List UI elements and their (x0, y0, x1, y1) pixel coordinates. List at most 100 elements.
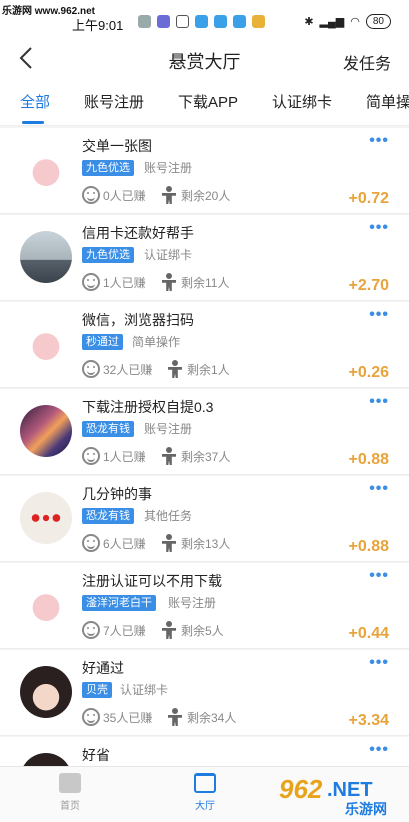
smiley-icon (82, 621, 100, 639)
reward-amount: +0.44 (348, 625, 389, 642)
task-title: 交单一张图 (82, 138, 152, 154)
more-options-button[interactable]: ••• (369, 132, 389, 150)
task-card[interactable]: 信用卡还款好帮手 九色优选 认证绑卡 1人已赚 剩余11人 ••• +2.70 (0, 215, 409, 301)
remaining-count: 剩余5人 (160, 621, 224, 639)
post-task-button[interactable]: 发任务 (343, 50, 391, 74)
task-card[interactable]: 几分钟的事 恐龙有钱 其他任务 6人已赚 剩余13人 ••• +0.88 (0, 476, 409, 562)
task-card[interactable]: 交单一张图 九色优选 账号注册 0人已赚 剩余20人 ••• +0.72 (0, 128, 409, 214)
app-notification-icon (195, 15, 208, 28)
watermark-text2: .NET (327, 779, 373, 801)
reward-amount: +0.72 (348, 190, 389, 207)
app-notification-icon (252, 15, 265, 28)
bluetooth-icon: ✱ (304, 16, 314, 28)
remaining-count: 剩余11人 (160, 273, 229, 291)
more-options-button[interactable]: ••• (369, 567, 389, 585)
earned-count: 35人已赚 (82, 708, 152, 726)
task-card[interactable]: 好通过 贝壳 认证绑卡 35人已赚 剩余34人 ••• +3.34 (0, 650, 409, 736)
more-options-button[interactable]: ••• (369, 219, 389, 237)
watermark-text3: 乐游网 (345, 801, 387, 818)
nav-hall[interactable]: 大厅 (175, 773, 235, 812)
calendar-icon (176, 15, 189, 28)
smiley-icon (82, 186, 100, 204)
remaining-text: 剩余5人 (181, 623, 224, 638)
person-icon (160, 186, 178, 204)
reward-amount: +0.88 (348, 538, 389, 555)
tab-account-register[interactable]: 账号注册 (84, 91, 144, 112)
more-options-button[interactable]: ••• (369, 741, 389, 759)
earned-text: 35人已赚 (103, 710, 153, 725)
earned-count: 7人已赚 (82, 621, 146, 639)
reward-amount: +0.26 (348, 364, 389, 381)
earned-text: 7人已赚 (103, 623, 146, 638)
signal-icon: ▂▄▆ (319, 16, 345, 28)
remaining-count: 剩余13人 (160, 534, 230, 552)
remaining-count: 剩余1人 (166, 360, 230, 378)
task-list: 交单一张图 九色优选 账号注册 0人已赚 剩余20人 ••• +0.72 信用卡还款好帮手 九色… (0, 128, 409, 822)
task-title: 微信，浏览器扫码 (82, 312, 194, 328)
nav-home[interactable]: 首页 (40, 773, 100, 812)
task-avatar (20, 318, 72, 370)
task-avatar (20, 492, 72, 544)
person-icon (166, 708, 184, 726)
nav-header: 悬赏大厅 发任务 (0, 38, 409, 82)
person-icon (160, 447, 178, 465)
earned-text: 0人已赚 (103, 188, 146, 203)
watermark-text1: 962 (279, 774, 323, 804)
more-options-button[interactable]: ••• (369, 480, 389, 498)
task-category: 账号注册 (168, 596, 217, 610)
smiley-icon (82, 708, 100, 726)
person-icon (166, 360, 184, 378)
tab-download-app[interactable]: 下载APP (178, 91, 238, 112)
battery-icon: 80 (365, 14, 391, 29)
task-category: 账号注册 (144, 161, 193, 175)
more-options-button[interactable]: ••• (369, 393, 389, 411)
reward-amount: +2.70 (348, 277, 389, 294)
task-avatar (20, 231, 72, 283)
publisher-badge: 恐龙有钱 (82, 508, 134, 524)
reward-amount: +3.34 (348, 712, 389, 729)
earned-count: 32人已赚 (82, 360, 152, 378)
smiley-icon (82, 273, 100, 291)
active-tab-indicator (22, 121, 44, 124)
earned-count: 0人已赚 (82, 186, 146, 204)
task-title: 下载注册授权自提0.3 (82, 399, 214, 415)
task-title: 好通过 (82, 660, 124, 676)
task-card[interactable]: 下载注册授权自提0.3 恐龙有钱 账号注册 1人已赚 剩余37人 ••• +0.88 (0, 389, 409, 475)
tab-simple-ops[interactable]: 简单操 (366, 91, 409, 112)
earned-text: 1人已赚 (103, 275, 146, 290)
publisher-badge: 滏洋河老白干 (82, 595, 156, 611)
publisher-badge: 贝壳 (82, 682, 112, 698)
app-notification-icon (233, 15, 246, 28)
earned-count: 6人已赚 (82, 534, 146, 552)
play-icon (157, 15, 170, 28)
task-avatar (20, 405, 72, 457)
bottom-nav: 首页 大厅 962 .NET 乐游网 (0, 766, 409, 822)
task-card[interactable]: 微信，浏览器扫码 秒通过 简单操作 32人已赚 剩余1人 ••• +0.26 (0, 302, 409, 388)
site-watermark-logo: 962 .NET 乐游网 (279, 774, 387, 818)
remaining-text: 剩余11人 (181, 275, 230, 290)
earned-text: 6人已赚 (103, 536, 146, 551)
earned-count: 1人已赚 (82, 447, 146, 465)
tab-verify-bind-card[interactable]: 认证绑卡 (272, 91, 332, 112)
task-avatar (20, 579, 72, 631)
task-avatar (20, 666, 72, 718)
publisher-badge: 秒通过 (82, 334, 123, 350)
remaining-count: 剩余20人 (160, 186, 230, 204)
person-icon (160, 534, 178, 552)
task-avatar (20, 144, 72, 196)
status-bar: 乐游网 www.962.net 上午9:01 ✱ ▂▄▆ ◠ 80 (0, 0, 409, 38)
smiley-icon (82, 447, 100, 465)
app-notification-icon (214, 15, 227, 28)
task-title: 注册认证可以不用下载 (82, 573, 222, 589)
earned-text: 1人已赚 (103, 449, 146, 464)
earned-text: 32人已赚 (103, 362, 153, 377)
task-title: 几分钟的事 (82, 486, 152, 502)
remaining-text: 剩余1人 (187, 362, 230, 377)
publisher-badge: 九色优选 (82, 247, 134, 263)
more-options-button[interactable]: ••• (369, 654, 389, 672)
remaining-count: 剩余34人 (166, 708, 236, 726)
remaining-text: 剩余37人 (181, 449, 231, 464)
task-card[interactable]: 注册认证可以不用下载 滏洋河老白干 账号注册 7人已赚 剩余5人 ••• +0.44 (0, 563, 409, 649)
tab-all[interactable]: 全部 (20, 91, 50, 112)
more-options-button[interactable]: ••• (369, 306, 389, 324)
